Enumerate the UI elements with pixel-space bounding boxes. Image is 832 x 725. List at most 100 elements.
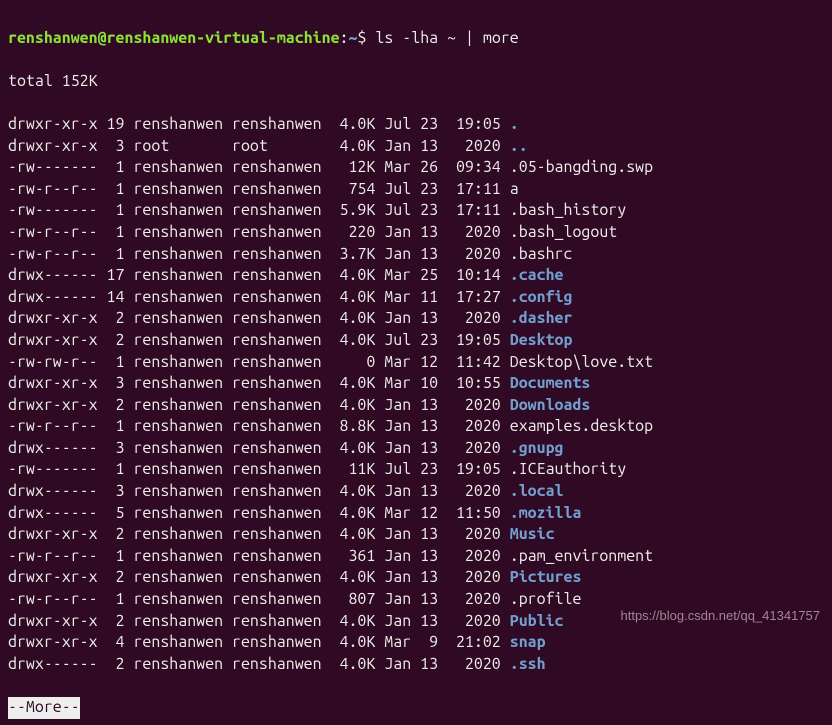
file-perm: drwxr-xr-x	[8, 395, 98, 417]
file-name: ..	[510, 137, 528, 155]
file-links: 1	[98, 179, 125, 201]
file-size: 4.0K	[331, 114, 376, 136]
list-item: -rw-r--r--1 renshanwenrenshanwen754 Jul …	[8, 179, 824, 201]
file-owner: renshanwen	[133, 330, 232, 352]
file-name: .pam_environment	[510, 547, 653, 565]
file-time: 11:50	[447, 503, 501, 525]
list-item: -rw-rw-r--1 renshanwenrenshanwen0 Mar 12…	[8, 352, 824, 374]
file-date: Jan 13	[384, 438, 447, 460]
file-size: 4.0K	[331, 438, 376, 460]
file-date: Mar 9	[384, 632, 447, 654]
file-date: Jan 13	[384, 567, 447, 589]
file-links: 14	[98, 287, 125, 309]
file-date: Jan 13	[384, 395, 447, 417]
file-size: 4.0K	[331, 481, 376, 503]
file-group: renshanwen	[232, 632, 331, 654]
file-links: 3	[98, 481, 125, 503]
file-perm: -rw-r--r--	[8, 589, 98, 611]
file-date: Mar 25	[384, 265, 447, 287]
file-perm: drwx------	[8, 438, 98, 460]
file-perm: drwx------	[8, 654, 98, 676]
file-group: renshanwen	[232, 546, 331, 568]
list-item: -rw-r--r--1 renshanwenrenshanwen3.7K Jan…	[8, 244, 824, 266]
file-date: Mar 11	[384, 287, 447, 309]
file-date: Jul 23	[384, 330, 447, 352]
file-name: .mozilla	[510, 504, 582, 522]
file-group: renshanwen	[232, 308, 331, 330]
file-owner: renshanwen	[133, 546, 232, 568]
file-date: Jul 23	[384, 459, 447, 481]
file-size: 4.0K	[331, 632, 376, 654]
list-item: drwx------3 renshanwenrenshanwen4.0K Jan…	[8, 481, 824, 503]
file-time: 2020	[447, 308, 501, 330]
file-time: 17:27	[447, 287, 501, 309]
file-owner: renshanwen	[133, 244, 232, 266]
file-links: 19	[98, 114, 125, 136]
file-size: 4.0K	[331, 654, 376, 676]
file-name: .bashrc	[510, 245, 573, 263]
file-perm: -rw-------	[8, 157, 98, 179]
file-date: Jan 13	[384, 524, 447, 546]
file-name: Desktop\love.txt	[510, 353, 653, 371]
file-owner: renshanwen	[133, 438, 232, 460]
file-size: 0	[331, 352, 376, 374]
prompt-at: @	[98, 29, 107, 47]
list-item: drwxr-xr-x2 renshanwenrenshanwen4.0K Jan…	[8, 395, 824, 417]
file-time: 2020	[447, 136, 501, 158]
file-group: renshanwen	[232, 179, 331, 201]
file-listing: drwxr-xr-x19 renshanwenrenshanwen4.0K Ju…	[8, 114, 824, 675]
file-owner: renshanwen	[133, 200, 232, 222]
file-size: 4.0K	[331, 567, 376, 589]
file-date: Jul 23	[384, 200, 447, 222]
file-name: .ICEauthority	[510, 460, 626, 478]
file-name: .gnupg	[510, 439, 564, 457]
file-group: renshanwen	[232, 481, 331, 503]
file-links: 2	[98, 524, 125, 546]
file-date: Jan 13	[384, 308, 447, 330]
file-owner: renshanwen	[133, 459, 232, 481]
file-time: 17:11	[447, 179, 501, 201]
file-links: 1	[98, 416, 125, 438]
file-date: Jan 13	[384, 222, 447, 244]
more-prompt[interactable]: --More--	[8, 697, 80, 719]
prompt-user: renshanwen	[8, 29, 98, 47]
file-group: renshanwen	[232, 114, 331, 136]
file-group: renshanwen	[232, 287, 331, 309]
file-perm: drwxr-xr-x	[8, 114, 98, 136]
file-name: .05-bangding.swp	[510, 158, 653, 176]
file-group: renshanwen	[232, 416, 331, 438]
list-item: drwx------5 renshanwenrenshanwen4.0K Mar…	[8, 503, 824, 525]
file-size: 807	[331, 589, 376, 611]
list-item: drwxr-xr-x3 root root 4.0K Jan 13 2020 .…	[8, 136, 824, 158]
file-time: 2020	[447, 438, 501, 460]
list-item: -rw-r--r--1 renshanwenrenshanwen361 Jan …	[8, 546, 824, 568]
file-time: 19:05	[447, 114, 501, 136]
file-links: 3	[98, 136, 125, 158]
file-group: renshanwen	[232, 352, 331, 374]
file-date: Jan 13	[384, 611, 447, 633]
file-date: Jul 23	[384, 179, 447, 201]
file-owner: renshanwen	[133, 395, 232, 417]
file-links: 17	[98, 265, 125, 287]
list-item: drwxr-xr-x2 renshanwenrenshanwen4.0K Jan…	[8, 308, 824, 330]
file-perm: -rw-rw-r--	[8, 352, 98, 374]
file-date: Jan 13	[384, 244, 447, 266]
file-time: 2020	[447, 611, 501, 633]
file-date: Jul 23	[384, 114, 447, 136]
file-group: renshanwen	[232, 503, 331, 525]
file-owner: renshanwen	[133, 287, 232, 309]
file-perm: drwx------	[8, 265, 98, 287]
file-time: 2020	[447, 546, 501, 568]
file-time: 2020	[447, 416, 501, 438]
file-perm: drwxr-xr-x	[8, 373, 98, 395]
file-name: Music	[510, 525, 555, 543]
file-time: 2020	[447, 567, 501, 589]
file-size: 8.8K	[331, 416, 376, 438]
file-links: 2	[98, 567, 125, 589]
file-size: 361	[331, 546, 376, 568]
file-group: renshanwen	[232, 589, 331, 611]
file-name: Pictures	[510, 568, 582, 586]
file-owner: renshanwen	[133, 567, 232, 589]
file-owner: renshanwen	[133, 179, 232, 201]
file-time: 11:42	[447, 352, 501, 374]
